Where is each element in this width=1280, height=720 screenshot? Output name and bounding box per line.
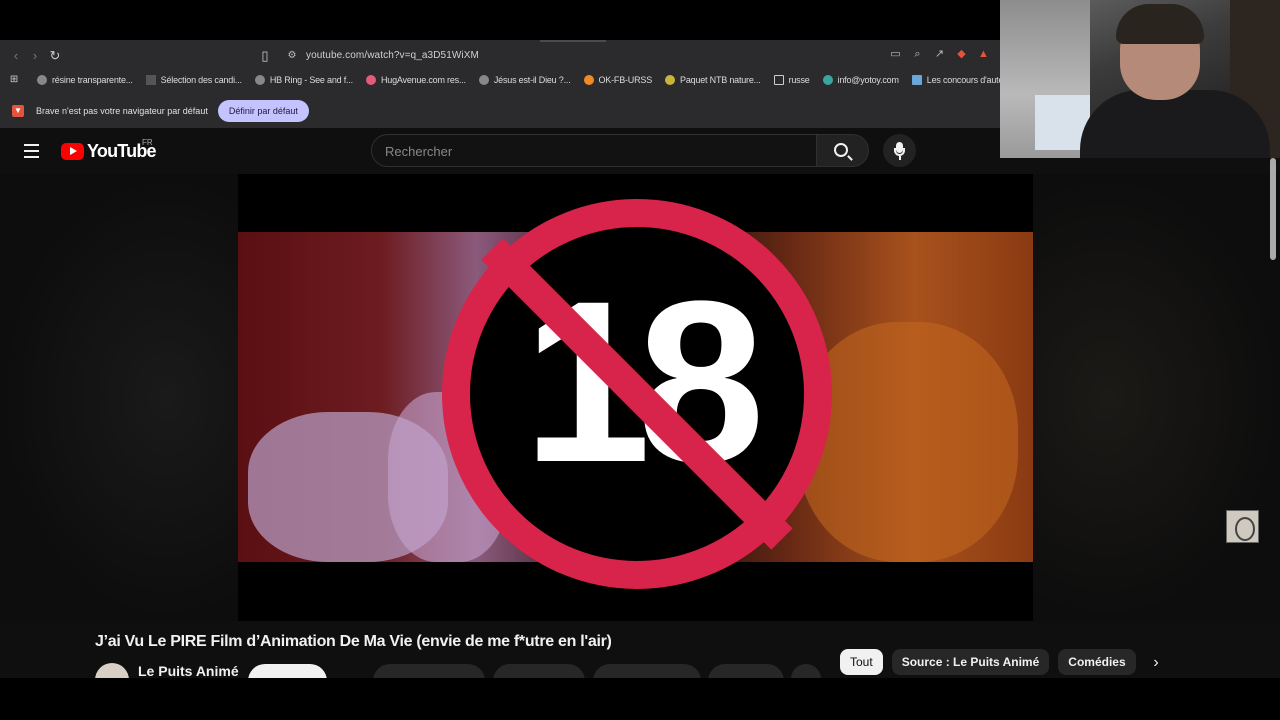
- menu-icon[interactable]: [24, 144, 39, 158]
- search-input[interactable]: Rechercher: [371, 134, 817, 167]
- bookmark-item[interactable]: Les concours d'aute...: [911, 75, 1000, 85]
- scrollbar-thumb[interactable]: [1270, 158, 1276, 260]
- youtube-play-icon: [61, 143, 84, 160]
- recommendation-chips: Tout Source : Le Puits Animé Comédies: [840, 649, 1136, 675]
- ambient-right: [1033, 174, 1280, 621]
- folder-icon: [773, 75, 784, 85]
- page-icon: [145, 75, 156, 85]
- screen: ‹ › ↻ ▯ ⚙ youtube.com/watch?v=q_a3D51WiX…: [0, 0, 1280, 720]
- bookmark-item[interactable]: HugAvenue.com res...: [365, 75, 466, 85]
- chip-all[interactable]: Tout: [840, 649, 883, 675]
- url-text: youtube.com/watch?v=q_a3D51WiXM: [306, 50, 479, 61]
- ambient-left: [0, 174, 238, 621]
- tab-indicator: [540, 40, 606, 42]
- bookmark-icon[interactable]: ▯: [257, 48, 273, 64]
- forward-icon[interactable]: ›: [27, 48, 43, 64]
- screen-icon[interactable]: ▭: [888, 47, 903, 62]
- set-default-button[interactable]: Définir par défaut: [217, 100, 309, 122]
- bookmark-item[interactable]: Jésus est-il Dieu ?...: [478, 75, 571, 85]
- webcam-overlay: [1000, 0, 1280, 158]
- mail-icon: [822, 75, 833, 85]
- brave-rewards-icon[interactable]: ▲: [976, 47, 991, 62]
- bookmark-item[interactable]: info@yotoy.com: [822, 75, 899, 85]
- bookmark-item[interactable]: Paquet NTB nature...: [665, 75, 761, 85]
- chip-source[interactable]: Source : Le Puits Animé: [891, 649, 1050, 675]
- site-info-icon[interactable]: ⚙: [284, 48, 300, 64]
- globe-icon: [37, 75, 47, 85]
- bookmarks-bar: ⊞ résine transparente... Sélection des c…: [0, 70, 1000, 90]
- ok-icon: [583, 75, 594, 85]
- bookmark-item[interactable]: résine transparente...: [37, 75, 133, 85]
- back-icon[interactable]: ‹: [8, 48, 24, 64]
- voice-search-button[interactable]: [883, 134, 916, 167]
- browser-toolbar: ‹ › ↻ ▯ ⚙ youtube.com/watch?v=q_a3D51WiX…: [0, 44, 1000, 68]
- bottom-letterbox: [0, 678, 1280, 720]
- chip-comedies[interactable]: Comédies: [1058, 649, 1136, 675]
- globe-icon: [478, 75, 489, 85]
- country-code: FR: [142, 138, 153, 147]
- search-button[interactable]: [817, 134, 869, 167]
- search-icon: [834, 143, 848, 157]
- channel-name[interactable]: Le Puits Animé: [138, 663, 239, 679]
- reload-icon[interactable]: ↻: [47, 48, 63, 64]
- heart-icon: [365, 75, 376, 85]
- image-icon: [911, 75, 922, 85]
- infobar-message: Brave n'est pas votre navigateur par déf…: [36, 106, 208, 116]
- share-icon[interactable]: ↗: [932, 47, 947, 62]
- zoom-icon[interactable]: ⌕: [910, 47, 925, 62]
- leaf-icon: [665, 75, 676, 85]
- no-under-18-badge: 18: [442, 199, 832, 589]
- side-avatar[interactable]: [1226, 510, 1259, 543]
- chevron-right-icon[interactable]: ›: [1147, 654, 1165, 672]
- bookmark-folder[interactable]: russe: [773, 75, 810, 85]
- apps-icon[interactable]: ⊞: [9, 75, 24, 85]
- brave-lion-icon: ▼: [12, 105, 24, 117]
- video-title: J’ai Vu Le PIRE Film d’Animation De Ma V…: [95, 633, 612, 650]
- toolbar-icons: ▭ ⌕ ↗ ◆ ▲: [888, 47, 991, 63]
- search-placeholder: Rechercher: [385, 144, 453, 159]
- globe-icon: [254, 75, 265, 85]
- video-player[interactable]: 18: [238, 174, 1033, 621]
- youtube-logo[interactable]: YouTube FR: [61, 138, 157, 162]
- bookmark-item[interactable]: HB Ring - See and f...: [254, 75, 353, 85]
- bookmark-item[interactable]: OK-FB-URSS: [583, 75, 652, 85]
- youtube-page: YouTube FR Rechercher J’ai Vu Le PIRE Fi…: [0, 128, 1280, 683]
- bookmark-item[interactable]: Sélection des candi...: [145, 75, 242, 85]
- brave-shield-icon[interactable]: ◆: [954, 47, 969, 62]
- default-browser-infobar: ▼ Brave n'est pas votre navigateur par d…: [0, 96, 1000, 126]
